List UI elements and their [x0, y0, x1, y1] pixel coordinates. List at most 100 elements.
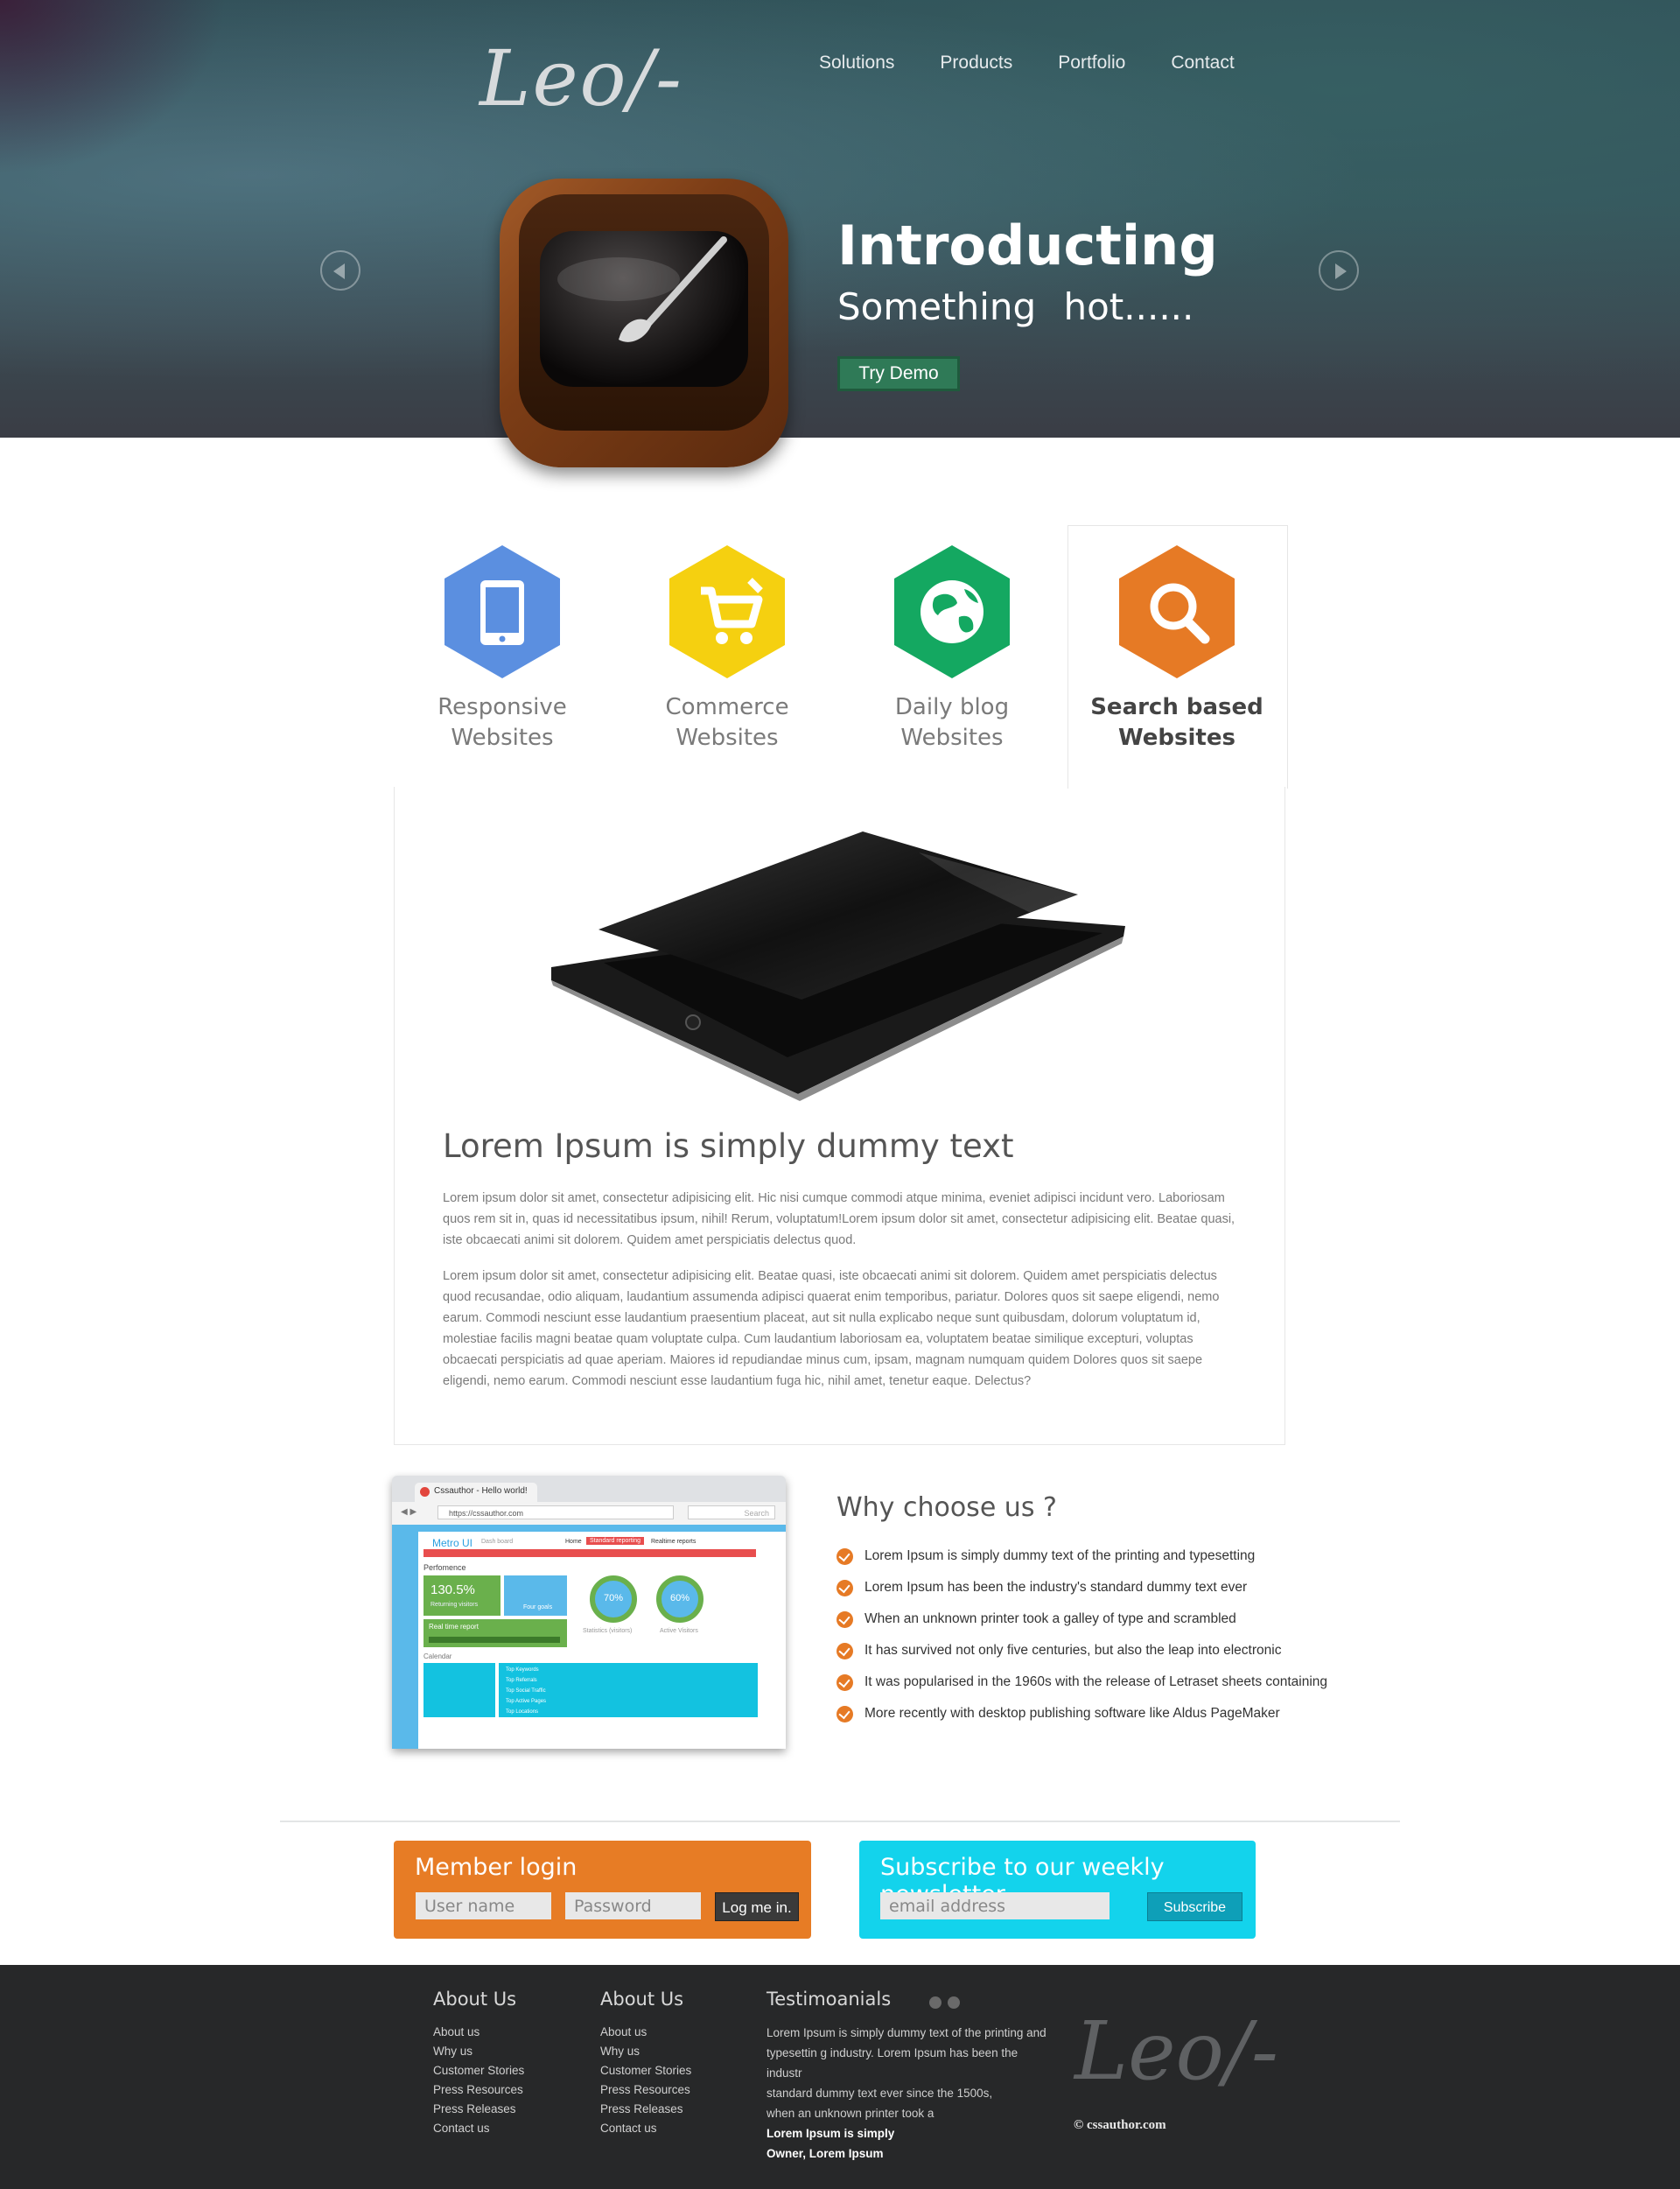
dashboard-ring-1-label: Statistics (visitors) [583, 1628, 633, 1634]
dashboard-ring-1: 70% [590, 1575, 637, 1623]
nav-products[interactable]: Products [940, 53, 1012, 74]
dashboard-realtime-tile: Real time report [424, 1619, 567, 1647]
dashboard-title: Metro UI [432, 1537, 473, 1549]
footer-link[interactable]: About us [600, 2023, 691, 2042]
shopping-cart-icon [701, 578, 763, 644]
dashboard-nav-realtime: Realtime reports [651, 1539, 696, 1545]
username-input[interactable] [416, 1892, 551, 1919]
browser-favicon-icon [420, 1487, 430, 1497]
footer-link[interactable]: Customer Stories [433, 2061, 524, 2080]
browser-back-icon: ◀ ▶ [401, 1507, 417, 1517]
footer-col1-title: About Us [433, 1989, 517, 2010]
why-list: Lorem Ipsum is simply dummy text of the … [836, 1547, 1327, 1736]
check-icon [836, 1548, 853, 1565]
feature-responsive-hex[interactable] [444, 545, 560, 678]
footer-link[interactable]: Press Resources [600, 2080, 691, 2100]
login-title: Member login [415, 1854, 578, 1881]
slider-next-icon[interactable] [1319, 250, 1359, 291]
feature-commerce-label[interactable]: Commerce Websites [618, 692, 836, 754]
dashboard-ring-2: 60% [656, 1575, 704, 1623]
nav-solutions[interactable]: Solutions [819, 53, 894, 74]
check-icon [836, 1611, 853, 1628]
footer-link[interactable]: About us [433, 2023, 524, 2042]
check-icon [836, 1580, 853, 1596]
list-item: Lorem Ipsum has been the industry's stan… [836, 1578, 1327, 1610]
browser-toolbar: ◀ ▶ https://cssauthor.com Search [392, 1502, 786, 1525]
dashboard-calendar-title: Calendar [424, 1652, 452, 1660]
dashboard-sidebar [392, 1525, 418, 1749]
feature-blog-label[interactable]: Daily blog Websites [843, 692, 1061, 754]
email-input[interactable] [880, 1892, 1110, 1919]
feature-blog-hex[interactable] [894, 545, 1010, 678]
footer-link[interactable]: Why us [433, 2042, 524, 2061]
why-title: Why choose us ? [836, 1492, 1057, 1523]
check-icon [836, 1674, 853, 1691]
dashboard-section-title: Perfomence [424, 1563, 466, 1572]
footer-link[interactable]: Press Releases [433, 2100, 524, 2119]
main-nav: Solutions Products Portfolio Contact [819, 53, 1235, 74]
dashboard-table: Top Keywords Top Referrals Top Social Tr… [499, 1663, 758, 1717]
testimonial-prev-icon[interactable] [929, 1996, 942, 2009]
footer-link[interactable]: Why us [600, 2042, 691, 2061]
newsletter-box: Subscribe to our weekly newsletter Subsc… [859, 1841, 1256, 1939]
footer-link[interactable]: Press Releases [600, 2100, 691, 2119]
tablet-image [551, 831, 1125, 1101]
browser-search-box: Search [688, 1505, 775, 1519]
browser-screenshot: Cssauthor - Hello world! ◀ ▶ https://css… [392, 1476, 786, 1749]
section-divider [280, 1821, 1400, 1822]
globe-icon [920, 580, 984, 643]
nav-portfolio[interactable]: Portfolio [1058, 53, 1125, 74]
login-button[interactable]: Log me in. [715, 1892, 799, 1921]
feature-commerce-hex[interactable] [669, 545, 785, 678]
site-logo[interactable]: Leo/- [480, 33, 683, 123]
copyright: © cssauthor.com [1074, 2118, 1166, 2132]
footer-link[interactable]: Press Resources [433, 2080, 524, 2100]
footer-link[interactable]: Contact us [600, 2119, 691, 2138]
subscribe-button[interactable]: Subscribe [1147, 1892, 1242, 1921]
footer-link[interactable]: Contact us [433, 2119, 524, 2138]
browser-url-bar: https://cssauthor.com [438, 1505, 674, 1519]
testimonials-title: Testimoanials [766, 1989, 892, 2010]
footer-col2-title: About Us [600, 1989, 684, 2010]
hero-subtitle: Something hot...... [837, 285, 1194, 328]
password-input[interactable] [565, 1892, 701, 1919]
smartphone-icon [480, 580, 524, 645]
list-item: It was popularised in the 1960s with the… [836, 1673, 1327, 1704]
spoon-icon [557, 236, 727, 342]
content-title: Lorem Ipsum is simply dummy text [443, 1127, 1014, 1165]
check-icon [836, 1706, 853, 1722]
dashboard-ring-2-label: Active Visitors [660, 1628, 698, 1634]
list-item: It has survived not only five centuries,… [836, 1641, 1327, 1673]
hero-title: Introducting [837, 214, 1218, 277]
testimonial-author: Owner, Lorem Ipsum [766, 2147, 884, 2160]
member-login-box: Member login Log me in. [394, 1841, 811, 1939]
app-icon-image [500, 179, 788, 467]
nav-contact[interactable]: Contact [1171, 53, 1234, 74]
list-item: Lorem Ipsum is simply dummy text of the … [836, 1547, 1327, 1578]
list-item: More recently with desktop publishing so… [836, 1704, 1327, 1736]
browser-tab: Cssauthor - Hello world! [415, 1483, 537, 1502]
slider-prev-icon[interactable] [320, 250, 360, 291]
content-paragraph-2: Lorem ipsum dolor sit amet, consectetur … [443, 1269, 1220, 1388]
dashboard-nav-home: Home [565, 1539, 582, 1545]
feature-responsive-label[interactable]: Responsive Websites [393, 692, 612, 754]
dashboard-stat-tile: 130.5% Returning visitors [424, 1575, 500, 1616]
footer-logo[interactable]: Leo/- [1074, 2004, 1278, 2098]
footer-link[interactable]: Customer Stories [600, 2061, 691, 2080]
content-paragraph-1: Lorem ipsum dolor sit amet, consectetur … [443, 1191, 1236, 1247]
dashboard-goals-tile: Four goals [504, 1575, 567, 1616]
list-item: When an unknown printer took a galley of… [836, 1610, 1327, 1641]
dashboard-calendar [424, 1663, 495, 1717]
feature-search-label[interactable]: Search based Websites [1068, 692, 1286, 754]
metro-dashboard: Metro UI Dash board Home Standard report… [392, 1525, 786, 1749]
testimonial-quote: Lorem Ipsum is simply [766, 2127, 895, 2140]
check-icon [836, 1643, 853, 1659]
footer-col2-links: About us Why us Customer Stories Press R… [600, 2023, 691, 2138]
testimonial-next-icon[interactable] [948, 1996, 960, 2009]
footer-col1-links: About us Why us Customer Stories Press R… [433, 2023, 524, 2138]
dashboard-nav-standard: Standard reporting [586, 1537, 644, 1545]
try-demo-button[interactable]: Try Demo [837, 356, 960, 391]
testimonial-text: Lorem Ipsum is simply dummy text of the … [766, 2026, 1046, 2160]
browser-tab-title: Cssauthor - Hello world! [434, 1486, 528, 1496]
dashboard-subtitle: Dash board [481, 1539, 514, 1545]
